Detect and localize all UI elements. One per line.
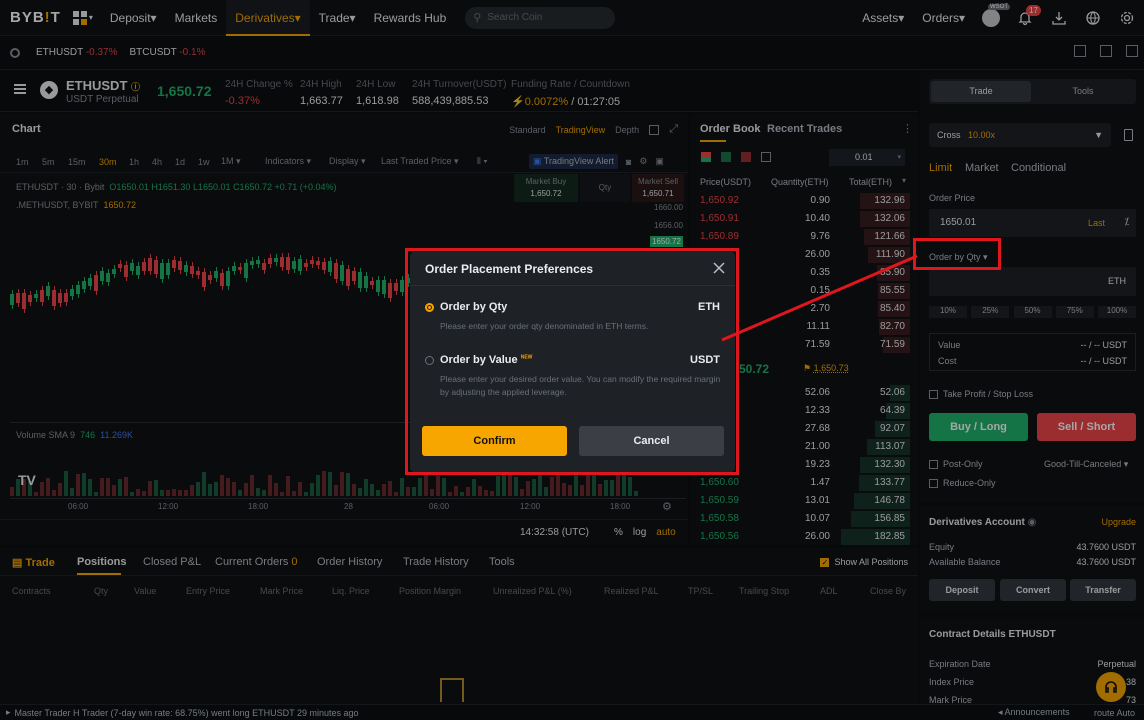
annotation-highlight-modal (405, 248, 739, 475)
annotation-highlight-order-by-qty (913, 238, 1001, 270)
